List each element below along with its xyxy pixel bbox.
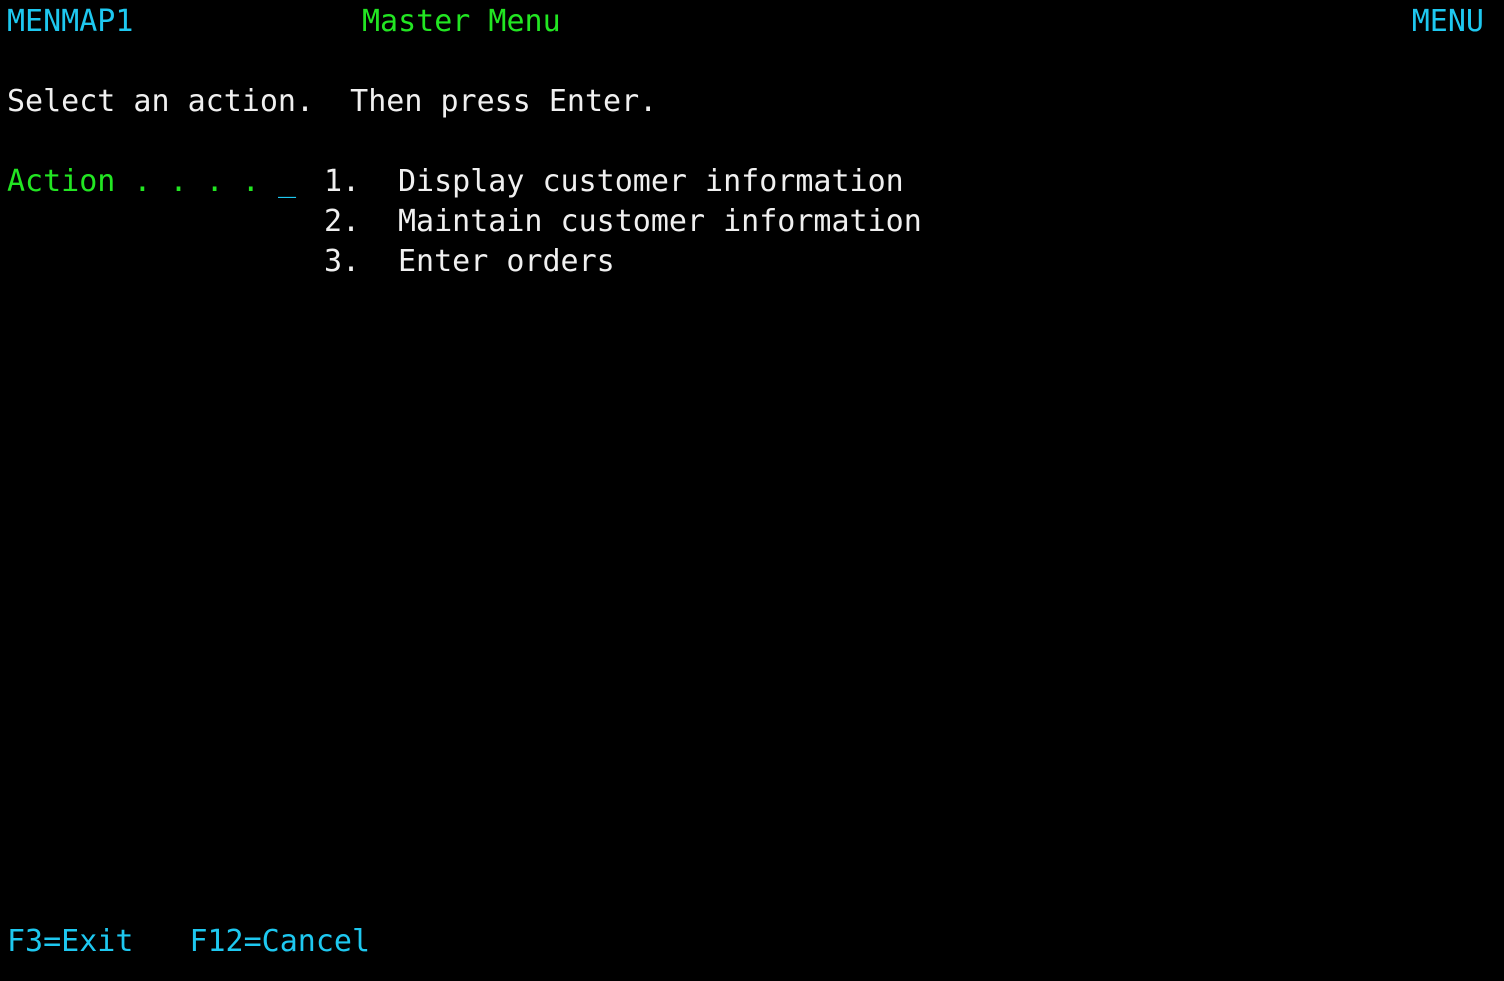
action-label: Action . . . .: [7, 164, 260, 199]
menu-option-1[interactable]: 1. Display customer information: [324, 162, 904, 202]
f12-cancel-key[interactable]: F12=Cancel: [189, 922, 370, 962]
terminal-screen: MENMAP1 Master Menu MENU Select an actio…: [0, 0, 1504, 981]
option-label: Maintain customer information: [398, 204, 922, 239]
action-input[interactable]: _: [278, 162, 296, 202]
menu-option-2[interactable]: 2. Maintain customer information: [324, 202, 922, 242]
option-number: 2.: [324, 204, 361, 239]
option-label: Enter orders: [398, 244, 615, 279]
menu-option-3[interactable]: 3. Enter orders: [324, 242, 615, 282]
screen-id: MENU: [1411, 4, 1484, 39]
action-row: Action . . . . _: [7, 162, 296, 202]
program-id: MENMAP1: [7, 4, 134, 39]
function-key-bar: F3=Exit F12=Cancel: [7, 922, 370, 962]
option-number: 3.: [324, 244, 361, 279]
option-label: Display customer information: [398, 164, 904, 199]
instructions-text: Select an action. Then press Enter.: [7, 84, 658, 119]
f3-exit-key[interactable]: F3=Exit: [7, 922, 133, 962]
option-number: 1.: [324, 164, 361, 199]
screen-title: Master Menu: [362, 4, 561, 39]
